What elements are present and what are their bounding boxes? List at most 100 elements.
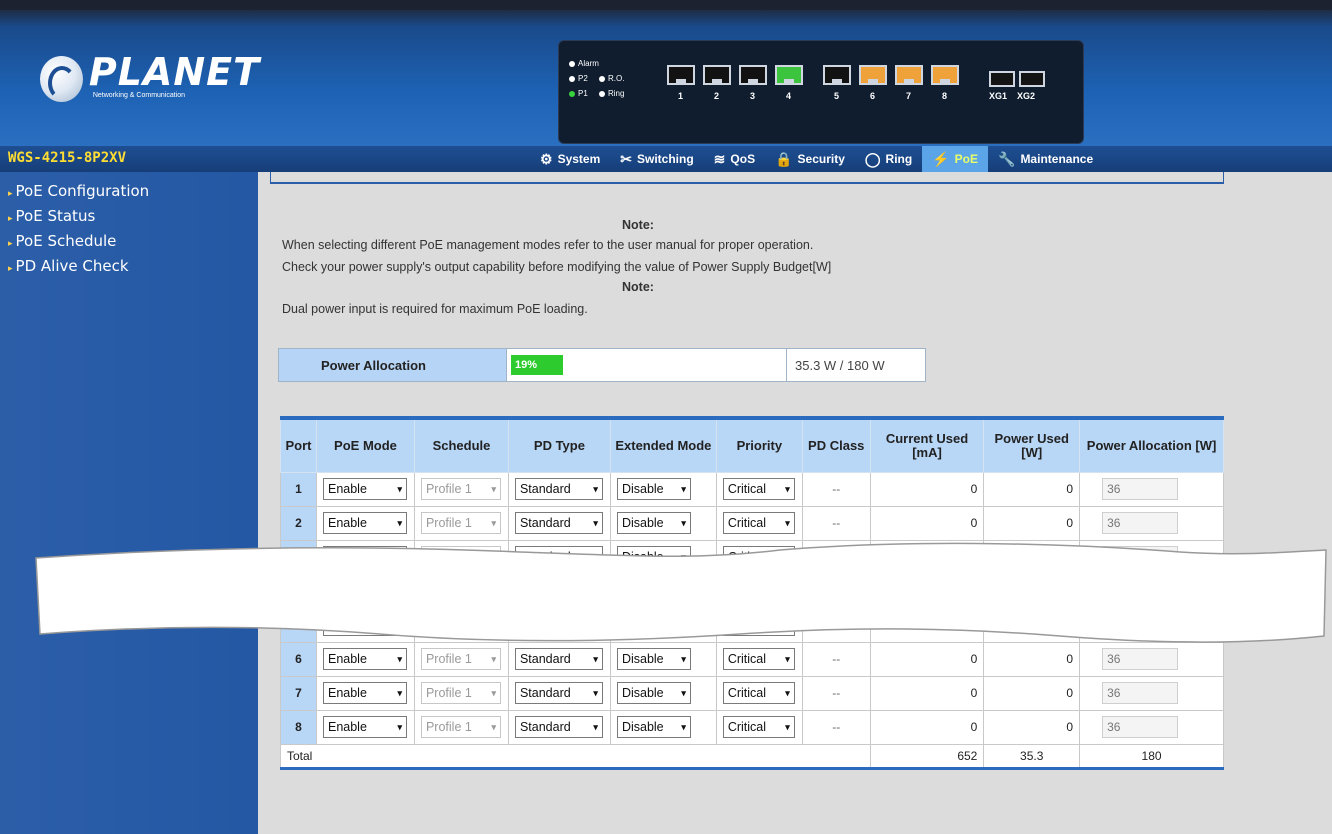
chevron-down-icon: ▾ bbox=[785, 483, 790, 494]
menu-qos[interactable]: ≋ QoS bbox=[704, 146, 765, 172]
sidebar-item-poe-schedule[interactable]: ▸ PoE Schedule bbox=[0, 230, 258, 255]
poe-mode-select[interactable]: Enable ▾ bbox=[322, 546, 407, 568]
globe-icon bbox=[40, 56, 83, 102]
pd-type-cell: Standard ▾ bbox=[507, 539, 611, 575]
power-used-value: 0 bbox=[983, 505, 1081, 541]
pd-class-value: -- bbox=[801, 675, 871, 711]
priority-select[interactable]: Critical ▾ bbox=[722, 716, 795, 738]
pd-type-select[interactable]: Standard ▾ bbox=[514, 682, 603, 704]
port-8-led[interactable] bbox=[931, 65, 959, 85]
schedule-select[interactable]: Profile 1 ▾ bbox=[420, 546, 501, 568]
schedule-select[interactable]: Profile 1 ▾ bbox=[420, 682, 501, 704]
menu-system[interactable]: ⚙ System bbox=[530, 146, 610, 172]
extended-mode-cell: Disable ▾ bbox=[609, 675, 717, 711]
sidebar-item-poe-status[interactable]: ▸ PoE Status bbox=[0, 205, 258, 230]
qos-icon: ≋ bbox=[713, 151, 726, 167]
pd-type-select[interactable]: Standard ▾ bbox=[514, 512, 603, 534]
pd-type-select[interactable]: Standard ▾ bbox=[514, 614, 603, 636]
pd-type-select[interactable]: Standard ▾ bbox=[514, 648, 603, 670]
pd-type-select[interactable]: Standard ▾ bbox=[514, 580, 603, 602]
poe-mode-select[interactable]: Enable ▾ bbox=[322, 682, 407, 704]
power-allocation-value: 35.3 W / 180 W bbox=[787, 349, 925, 381]
pd-type-cell: Standard ▾ bbox=[507, 573, 611, 609]
extended-mode-select[interactable]: Disable ▾ bbox=[616, 478, 691, 500]
port-1-led[interactable] bbox=[667, 65, 695, 85]
pd-type-select[interactable]: Standard ▾ bbox=[514, 546, 603, 568]
menu-maintenance[interactable]: 🔧 Maintenance bbox=[988, 146, 1103, 172]
port-number: 8 bbox=[280, 709, 317, 745]
table-row: 7 Enable ▾ Profile 1 ▾ Standard ▾ Disable ▾ … bbox=[280, 675, 1224, 711]
pd-class-value: -- bbox=[801, 709, 871, 745]
menu-ring[interactable]: ◯ Ring bbox=[855, 146, 922, 172]
sidebar-item-pd-alive-check[interactable]: ▸ PD Alive Check bbox=[0, 255, 258, 280]
pd-type-select[interactable]: Standard ▾ bbox=[514, 478, 603, 500]
port-7-led[interactable] bbox=[895, 65, 923, 85]
power-allocation-input[interactable]: 36 bbox=[1102, 478, 1179, 500]
planet-logo[interactable]: PLANET Networking & Communication bbox=[40, 52, 260, 132]
total-label: Total bbox=[280, 743, 871, 769]
current-used-value: 0 bbox=[869, 709, 985, 745]
poe-mode-select[interactable]: Enable ▾ bbox=[322, 614, 407, 636]
port-2-led[interactable] bbox=[703, 65, 731, 85]
schedule-select[interactable]: Profile 1 ▾ bbox=[420, 614, 501, 636]
power-allocation-input[interactable]: 36 bbox=[1102, 682, 1179, 704]
extended-mode-select[interactable]: Disable ▾ bbox=[616, 716, 691, 738]
header-banner: PLANET Networking & Communication Alarm … bbox=[0, 0, 1332, 146]
current-used-value: 0 bbox=[869, 641, 985, 677]
menu-security[interactable]: 🔒 Security bbox=[765, 146, 855, 172]
extended-mode-select[interactable]: Disable ▾ bbox=[616, 580, 691, 602]
xg2-port[interactable] bbox=[1019, 71, 1045, 87]
power-allocation-input[interactable]: 36 bbox=[1102, 512, 1179, 534]
port-6-led[interactable] bbox=[859, 65, 887, 85]
schedule-select[interactable]: Profile 1 ▾ bbox=[420, 580, 501, 602]
priority-cell: Critical ▾ bbox=[715, 573, 803, 609]
poe-mode-select[interactable]: Enable ▾ bbox=[322, 648, 407, 670]
power-allocation-input[interactable]: 36 bbox=[1102, 580, 1179, 602]
priority-select[interactable]: Critical ▾ bbox=[722, 648, 795, 670]
sidebar-item-poe-configuration[interactable]: ▸ PoE Configuration bbox=[0, 180, 258, 205]
poe-mode-select[interactable]: Enable ▾ bbox=[322, 716, 407, 738]
port-number: 6 bbox=[280, 641, 317, 677]
chevron-down-icon: ▾ bbox=[491, 721, 496, 732]
priority-select[interactable]: Critical ▾ bbox=[722, 682, 795, 704]
poe-mode-select[interactable]: Enable ▾ bbox=[322, 580, 407, 602]
extended-mode-select[interactable]: Disable ▾ bbox=[616, 648, 691, 670]
chevron-down-icon: ▾ bbox=[593, 585, 598, 596]
power-allocation-input[interactable]: 36 bbox=[1102, 614, 1179, 636]
menu-poe[interactable]: ⚡ PoE bbox=[922, 146, 988, 172]
poe-mode-select[interactable]: Enable ▾ bbox=[322, 512, 407, 534]
priority-select[interactable]: Critical ▾ bbox=[722, 614, 795, 636]
power-allocation-input[interactable]: 36 bbox=[1102, 648, 1179, 670]
schedule-select[interactable]: Profile 1 ▾ bbox=[420, 716, 501, 738]
schedule-select[interactable]: Profile 1 ▾ bbox=[420, 478, 501, 500]
extended-mode-select[interactable]: Disable ▾ bbox=[616, 682, 691, 704]
extended-mode-select[interactable]: Disable ▾ bbox=[616, 512, 691, 534]
power-allocation-input[interactable]: 36 bbox=[1102, 546, 1179, 568]
poe-mode-select[interactable]: Enable ▾ bbox=[322, 478, 407, 500]
priority-select[interactable]: Critical ▾ bbox=[722, 512, 795, 534]
schedule-select[interactable]: Profile 1 ▾ bbox=[420, 512, 501, 534]
extended-mode-select[interactable]: Disable ▾ bbox=[616, 614, 691, 636]
power-used-value: 0 bbox=[983, 539, 1081, 575]
pd-class-value: -- bbox=[801, 573, 871, 609]
extended-mode-select[interactable]: Disable ▾ bbox=[616, 546, 691, 568]
port-3-led[interactable] bbox=[739, 65, 767, 85]
port-number bbox=[280, 573, 317, 609]
priority-select[interactable]: Critical ▾ bbox=[722, 580, 795, 602]
priority-select[interactable]: Critical ▾ bbox=[722, 478, 795, 500]
port-4-led[interactable] bbox=[775, 65, 803, 85]
poe-mode-cell: Enable ▾ bbox=[315, 471, 415, 507]
schedule-cell: Profile 1 ▾ bbox=[413, 539, 509, 575]
port-number: 4 bbox=[786, 91, 792, 101]
pd-type-select[interactable]: Standard ▾ bbox=[514, 716, 603, 738]
menu-switching[interactable]: ✂ Switching bbox=[610, 146, 703, 172]
power-allocation-input[interactable]: 36 bbox=[1102, 716, 1179, 738]
col-schedule: Schedule bbox=[413, 417, 509, 473]
total-current: 652 bbox=[869, 743, 985, 769]
poe-config-table: Port PoE Mode Schedule PD Type Extended … bbox=[280, 416, 1224, 770]
priority-select[interactable]: Critical ▾ bbox=[722, 546, 795, 568]
power-allocation-cell: 36 bbox=[1079, 505, 1224, 541]
schedule-select[interactable]: Profile 1 ▾ bbox=[420, 648, 501, 670]
xg1-port[interactable] bbox=[989, 71, 1015, 87]
port-5-led[interactable] bbox=[823, 65, 851, 85]
